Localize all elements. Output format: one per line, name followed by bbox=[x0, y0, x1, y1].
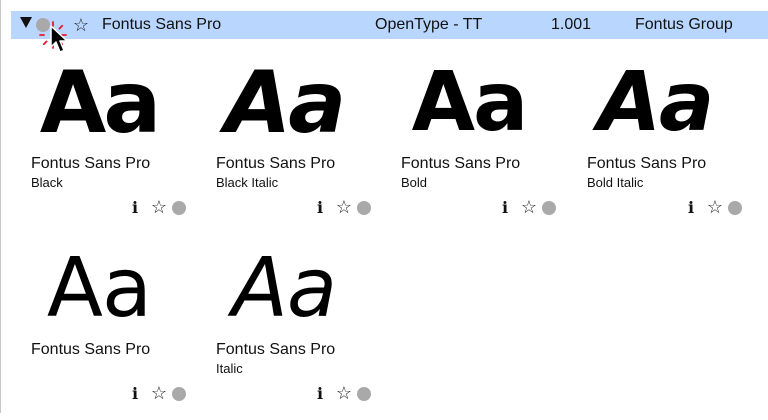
font-foundry: Fontus Group bbox=[635, 16, 733, 33]
activation-status-icon[interactable] bbox=[172, 387, 186, 401]
disclosure-triangle-icon[interactable] bbox=[20, 17, 32, 28]
mouse-cursor-icon bbox=[50, 25, 68, 53]
favorite-star-icon[interactable]: ☆ bbox=[519, 196, 539, 218]
font-sample-preview: Aa bbox=[411, 55, 529, 150]
favorite-star-icon[interactable]: ☆ bbox=[334, 196, 354, 218]
info-icon[interactable]: i bbox=[499, 198, 511, 218]
font-card-italic[interactable]: Aa Fontus Sans Pro Italic i ☆ bbox=[196, 240, 372, 420]
font-sample-preview: Aa bbox=[597, 55, 715, 150]
font-name-label: Fontus Sans Pro bbox=[401, 155, 521, 172]
font-version: 1.001 bbox=[551, 16, 592, 33]
favorite-star-icon[interactable]: ☆ bbox=[69, 11, 93, 39]
font-style-label: Bold bbox=[401, 175, 428, 190]
activation-toggle-icon[interactable] bbox=[36, 18, 50, 32]
favorite-star-icon[interactable]: ☆ bbox=[149, 196, 169, 218]
family-name: Fontus Sans Pro bbox=[102, 16, 222, 33]
font-style-label: Black bbox=[31, 175, 63, 190]
favorite-star-icon[interactable]: ☆ bbox=[705, 196, 725, 218]
activation-status-icon[interactable] bbox=[728, 201, 742, 215]
font-name-label: Fontus Sans Pro bbox=[216, 155, 336, 172]
activation-status-icon[interactable] bbox=[542, 201, 556, 215]
font-sample-preview: Aa bbox=[231, 241, 337, 336]
font-format: OpenType - TT bbox=[375, 16, 483, 33]
activation-status-icon[interactable] bbox=[172, 201, 186, 215]
font-name-label: Fontus Sans Pro bbox=[31, 155, 151, 172]
font-family-header-row[interactable]: ☆ Fontus Sans Pro OpenType - TT 1.001 Fo… bbox=[11, 11, 768, 53]
activation-status-icon[interactable] bbox=[357, 387, 371, 401]
font-name-label: Fontus Sans Pro bbox=[216, 341, 336, 358]
font-card-black[interactable]: Aa Fontus Sans Pro Black i ☆ bbox=[11, 54, 187, 234]
info-icon[interactable]: i bbox=[129, 384, 141, 404]
font-name-label: Fontus Sans Pro bbox=[587, 155, 707, 172]
info-icon[interactable]: i bbox=[685, 198, 697, 218]
font-card-regular[interactable]: Aa Fontus Sans Pro i ☆ bbox=[11, 240, 187, 420]
font-style-label: Italic bbox=[216, 361, 243, 376]
font-card-black-italic[interactable]: Aa Fontus Sans Pro Black Italic i ☆ bbox=[196, 54, 372, 234]
font-sample-preview: Aa bbox=[224, 53, 347, 153]
font-style-label: Bold Italic bbox=[587, 175, 644, 190]
font-sample-preview: Aa bbox=[46, 241, 152, 336]
font-name-label: Fontus Sans Pro bbox=[31, 341, 151, 358]
font-sample-preview: Aa bbox=[39, 53, 162, 153]
favorite-star-icon[interactable]: ☆ bbox=[334, 382, 354, 404]
font-card-bold-italic[interactable]: Aa Fontus Sans Pro Bold Italic i ☆ bbox=[567, 54, 743, 234]
info-icon[interactable]: i bbox=[314, 384, 326, 404]
font-family-panel: ☆ Fontus Sans Pro OpenType - TT 1.001 Fo… bbox=[0, 0, 768, 413]
font-card-bold[interactable]: Aa Fontus Sans Pro Bold i ☆ bbox=[381, 54, 557, 234]
favorite-star-icon[interactable]: ☆ bbox=[149, 382, 169, 404]
info-icon[interactable]: i bbox=[314, 198, 326, 218]
info-icon[interactable]: i bbox=[129, 198, 141, 218]
activation-status-icon[interactable] bbox=[357, 201, 371, 215]
font-style-label: Black Italic bbox=[216, 175, 279, 190]
